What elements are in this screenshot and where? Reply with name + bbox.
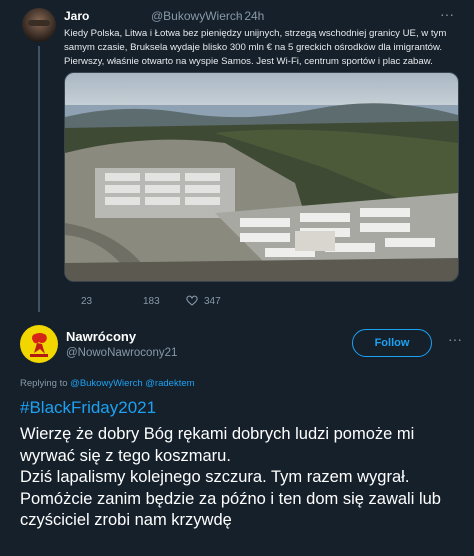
- heart-icon[interactable]: [186, 295, 198, 309]
- retweet-count: 183: [143, 296, 160, 307]
- parent-avatar[interactable]: [22, 8, 56, 42]
- reply-tweet-text: Wierzę że dobry Bóg rękami dobrych ludzi…: [20, 424, 460, 532]
- like-count: 347: [204, 296, 221, 307]
- parent-timestamp[interactable]: · 24h: [237, 9, 264, 23]
- follow-button[interactable]: Follow: [352, 329, 432, 357]
- replying-prefix: Replying to: [20, 378, 68, 389]
- parent-tweet-text: Kiedy Polska, Litwa i Łotwa bez pieniędz…: [64, 28, 447, 67]
- reply-count: 23: [81, 296, 93, 307]
- reply-author-name[interactable]: Nawrócony: [66, 329, 136, 344]
- parent-author-handle[interactable]: @BukowyWierch: [151, 9, 243, 23]
- tweet-line: Pomóżcie zanim będzie za późno i ten dom…: [20, 489, 441, 530]
- thread-line: [38, 46, 40, 312]
- replying-to: Replying to @BukowyWierch @radektem: [20, 378, 195, 389]
- mention-link[interactable]: @BukowyWierch: [70, 378, 142, 389]
- reply-avatar[interactable]: [20, 325, 58, 363]
- parent-author-name[interactable]: Jaro: [64, 9, 89, 23]
- tweet-photo[interactable]: [64, 72, 459, 282]
- camp-aerial-photo: [65, 73, 458, 281]
- ellipsis-icon[interactable]: ···: [448, 331, 462, 347]
- ellipsis-icon[interactable]: ···: [440, 6, 454, 22]
- reply-author-handle[interactable]: @NowoNawrocony21: [66, 347, 177, 359]
- mention-link[interactable]: @radektem: [145, 378, 194, 389]
- tweet-line: Dziś lapalismy kolejnego szczura. Tym ra…: [20, 468, 410, 486]
- tweet-line: Wierzę że dobry Bóg rękami dobrych ludzi…: [20, 425, 415, 465]
- hashtag-link[interactable]: #BlackFriday2021: [20, 398, 156, 418]
